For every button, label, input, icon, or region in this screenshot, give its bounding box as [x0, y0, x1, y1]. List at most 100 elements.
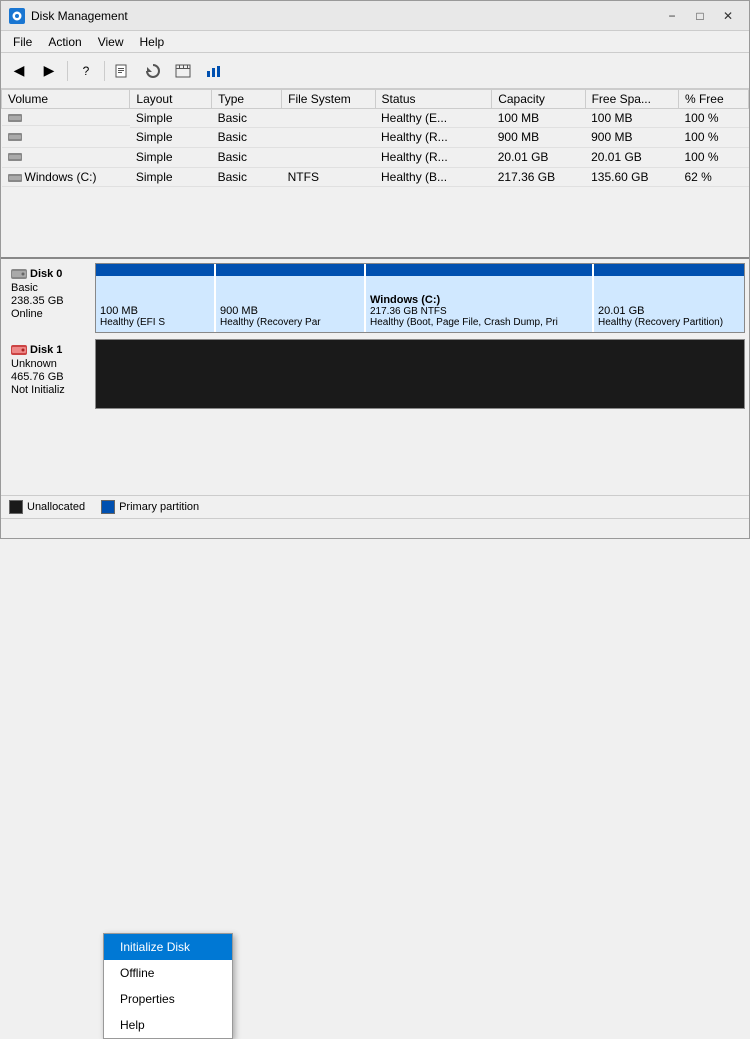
- col-pctfree[interactable]: % Free: [678, 90, 748, 109]
- window-title: Disk Management: [31, 9, 128, 23]
- disk-1-info: Disk 1 Unknown 465.76 GB Not Initializ: [5, 339, 95, 409]
- cell-status: Healthy (E...: [375, 109, 492, 128]
- refresh-button[interactable]: [139, 58, 167, 84]
- table-header-row: Volume Layout Type File System Status Ca…: [2, 90, 749, 109]
- disk-table: Volume Layout Type File System Status Ca…: [1, 89, 749, 187]
- chart-button[interactable]: [199, 58, 227, 84]
- disk-1-row: Disk 1 Unknown 465.76 GB Not Initializ: [5, 339, 745, 409]
- cell-volume: [2, 128, 130, 148]
- status-bar: [1, 518, 749, 538]
- col-freespace[interactable]: Free Spa...: [585, 90, 678, 109]
- cell-capacity: 900 MB: [492, 128, 585, 148]
- disk-view: Disk 0 Basic 238.35 GB Online 100 MB Hea…: [1, 259, 749, 495]
- forward-button[interactable]: ▶: [35, 58, 63, 84]
- partition-windows[interactable]: Windows (C:) 217.36 GB NTFS Healthy (Boo…: [366, 264, 594, 332]
- cell-volume: [2, 147, 130, 167]
- menu-file[interactable]: File: [5, 33, 40, 51]
- help-button[interactable]: ?: [72, 58, 100, 84]
- legend-primary-label: Primary partition: [119, 501, 199, 513]
- col-status[interactable]: Status: [375, 90, 492, 109]
- menu-help[interactable]: Help: [132, 33, 173, 51]
- disk-1-partitions: [95, 339, 745, 409]
- cell-type: Basic: [212, 147, 282, 167]
- context-initialize-disk[interactable]: Initialize Disk: [104, 934, 232, 960]
- title-bar-left: Disk Management: [9, 8, 128, 24]
- cell-layout: Simple: [130, 109, 212, 128]
- partition-recovery1-status: Healthy (Recovery Par: [220, 317, 360, 328]
- partition-windows-label: Windows (C:): [370, 294, 588, 306]
- cell-capacity: 20.01 GB: [492, 147, 585, 167]
- cell-layout: Simple: [130, 128, 212, 148]
- menu-view[interactable]: View: [90, 33, 132, 51]
- table-row[interactable]: Simple Basic Healthy (R... 900 MB 900 MB…: [2, 128, 749, 148]
- close-button[interactable]: ✕: [715, 6, 741, 26]
- cell-free: 100 MB: [585, 109, 678, 128]
- disk-0-status: Online: [11, 308, 89, 320]
- col-capacity[interactable]: Capacity: [492, 90, 585, 109]
- cell-type: Basic: [212, 109, 282, 128]
- disk-0-partitions: 100 MB Healthy (EFI S 900 MB Healthy (Re…: [95, 263, 745, 333]
- cell-status: Healthy (R...: [375, 128, 492, 148]
- legend-primary: Primary partition: [101, 500, 199, 514]
- disk-1-status: Not Initializ: [11, 384, 89, 396]
- cell-free: 20.01 GB: [585, 147, 678, 167]
- partition-unallocated[interactable]: [96, 340, 744, 408]
- disk-1-size: 465.76 GB: [11, 371, 89, 383]
- cell-volume: Windows (C:): [2, 168, 130, 187]
- legend-unallocated: Unallocated: [9, 500, 85, 514]
- context-offline[interactable]: Offline: [104, 960, 232, 986]
- context-menu[interactable]: Initialize Disk Offline Properties Help: [103, 933, 233, 1039]
- maximize-button[interactable]: □: [687, 6, 713, 26]
- disk-0-row: Disk 0 Basic 238.35 GB Online 100 MB Hea…: [5, 263, 745, 333]
- cell-type: Basic: [212, 167, 282, 187]
- col-layout[interactable]: Layout: [130, 90, 212, 109]
- cell-fs: [282, 147, 375, 167]
- partition-windows-fs: 217.36 GB NTFS: [370, 306, 588, 317]
- partition-efi-size: 100 MB: [100, 305, 210, 317]
- main-content: Volume Layout Type File System Status Ca…: [1, 89, 749, 538]
- cell-capacity: 100 MB: [492, 109, 585, 128]
- title-bar: Disk Management − □ ✕: [1, 1, 749, 31]
- properties-button[interactable]: [109, 58, 137, 84]
- disk-0-size: 238.35 GB: [11, 295, 89, 307]
- partition-recovery1[interactable]: 900 MB Healthy (Recovery Par: [216, 264, 366, 332]
- cell-type: Basic: [212, 128, 282, 148]
- disk-management-window: Disk Management − □ ✕ File Action View H…: [0, 0, 750, 539]
- menu-action[interactable]: Action: [40, 33, 89, 51]
- partition-efi[interactable]: 100 MB Healthy (EFI S: [96, 264, 216, 332]
- table-row[interactable]: Simple Basic Healthy (R... 20.01 GB 20.0…: [2, 147, 749, 167]
- cell-pct: 62 %: [678, 167, 748, 187]
- col-volume[interactable]: Volume: [2, 90, 130, 109]
- col-type[interactable]: Type: [212, 90, 282, 109]
- minimize-button[interactable]: −: [659, 6, 685, 26]
- disk-0-info: Disk 0 Basic 238.35 GB Online: [5, 263, 95, 333]
- title-bar-controls: − □ ✕: [659, 6, 741, 26]
- legend-unallocated-box: [9, 500, 23, 514]
- disk-0-name: Disk 0: [11, 267, 89, 281]
- partition-recovery2[interactable]: 20.01 GB Healthy (Recovery Partition): [594, 264, 744, 332]
- back-button[interactable]: ◀: [5, 58, 33, 84]
- cell-free: 900 MB: [585, 128, 678, 148]
- disk-0-type: Basic: [11, 282, 89, 294]
- context-properties[interactable]: Properties: [104, 986, 232, 1012]
- cell-layout: Simple: [130, 147, 212, 167]
- legend-unallocated-label: Unallocated: [27, 501, 85, 513]
- cell-volume: [2, 109, 130, 126]
- partition-recovery1-size: 900 MB: [220, 305, 360, 317]
- toolbar: ◀ ▶ ?: [1, 53, 749, 89]
- partition-recovery2-size: 20.01 GB: [598, 305, 740, 317]
- volume-table[interactable]: Volume Layout Type File System Status Ca…: [1, 89, 749, 259]
- cell-fs: [282, 109, 375, 128]
- context-help[interactable]: Help: [104, 1012, 232, 1038]
- col-filesystem[interactable]: File System: [282, 90, 375, 109]
- menu-bar: File Action View Help: [1, 31, 749, 53]
- cell-status: Healthy (R...: [375, 147, 492, 167]
- partition-windows-status: Healthy (Boot, Page File, Crash Dump, Pr…: [370, 317, 588, 328]
- cell-pct: 100 %: [678, 147, 748, 167]
- settings-button[interactable]: [169, 58, 197, 84]
- disk-1-name: Disk 1: [11, 343, 89, 357]
- table-row[interactable]: Windows (C:) Simple Basic NTFS Healthy (…: [2, 167, 749, 187]
- disk-1-type: Unknown: [11, 358, 89, 370]
- cell-fs: NTFS: [282, 167, 375, 187]
- table-row[interactable]: Simple Basic Healthy (E... 100 MB 100 MB…: [2, 109, 749, 128]
